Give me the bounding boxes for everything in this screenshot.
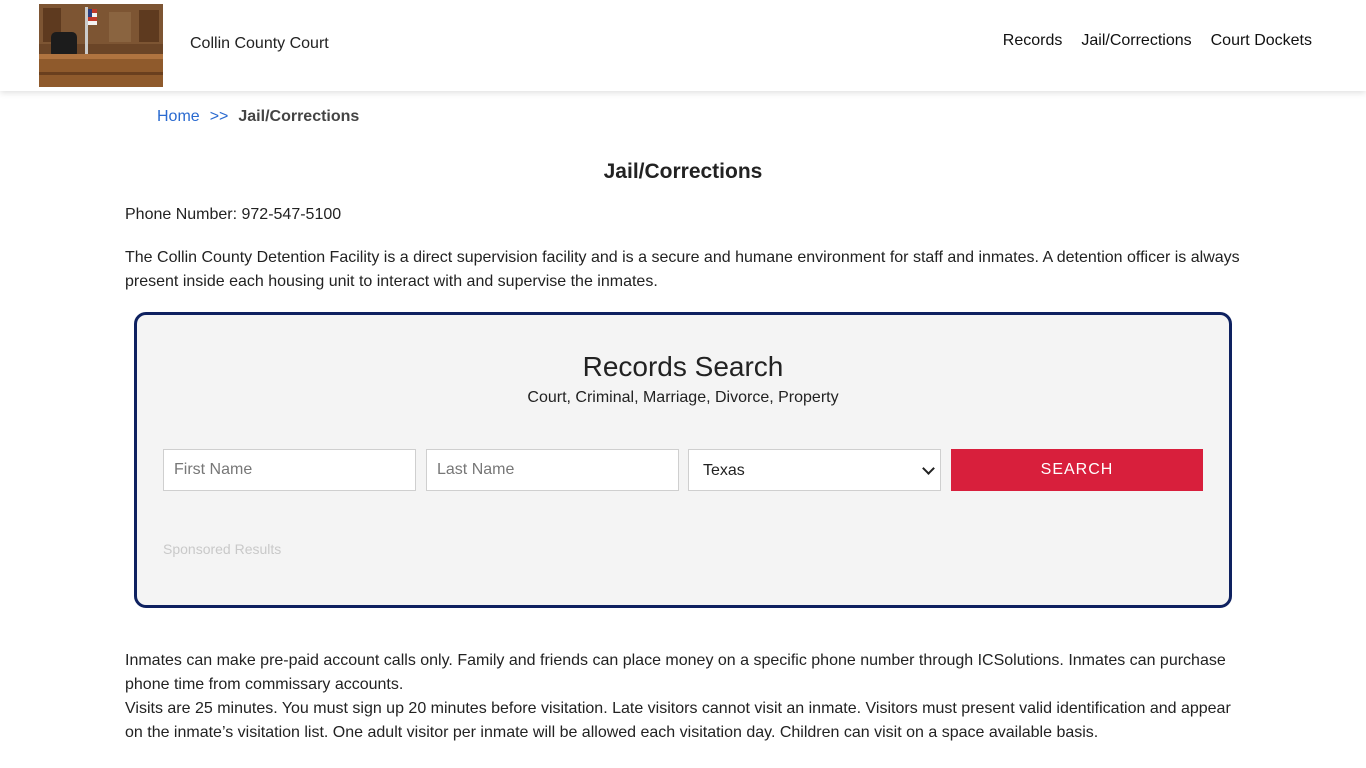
last-name-input[interactable]: [426, 449, 679, 491]
intro-paragraph: The Collin County Detention Facility is …: [125, 249, 1240, 290]
search-button[interactable]: SEARCH: [951, 449, 1203, 491]
breadcrumb-separator: >>: [209, 108, 229, 125]
nav-court-dockets-link[interactable]: Court Dockets: [1211, 32, 1312, 50]
records-search-panel: Records Search Court, Criminal, Marriage…: [134, 312, 1232, 608]
details-section: Inmates can make pre-paid account calls …: [125, 649, 1245, 745]
page-title: Jail/Corrections: [603, 160, 763, 183]
site-header: Collin County Court Records Jail/Correct…: [0, 0, 1366, 91]
nav-records-link[interactable]: Records: [1003, 32, 1063, 50]
visitation-paragraph: Visits are 25 minutes. You must sign up …: [125, 700, 1231, 741]
search-title: Records Search: [582, 351, 784, 382]
first-name-input[interactable]: [163, 449, 416, 491]
site-title-link[interactable]: Collin County Court: [190, 35, 329, 53]
breadcrumb-current: Jail/Corrections: [238, 108, 360, 125]
phone-number: Phone Number: 972-547-5100: [125, 206, 342, 223]
nav-jail-corrections-link[interactable]: Jail/Corrections: [1081, 32, 1191, 50]
main-nav: Records Jail/Corrections Court Dockets: [1003, 32, 1312, 50]
search-subtitle: Court, Criminal, Marriage, Divorce, Prop…: [527, 389, 839, 406]
breadcrumb: Home >> Jail/Corrections: [157, 108, 359, 126]
sponsored-results-label: Sponsored Results: [163, 541, 282, 557]
courtroom-photo-icon: [39, 4, 163, 87]
calls-paragraph: Inmates can make pre-paid account calls …: [125, 652, 1226, 693]
state-select[interactable]: Texas: [688, 449, 941, 491]
courtroom-logo-image[interactable]: [39, 4, 163, 87]
breadcrumb-home-link[interactable]: Home: [157, 108, 200, 126]
